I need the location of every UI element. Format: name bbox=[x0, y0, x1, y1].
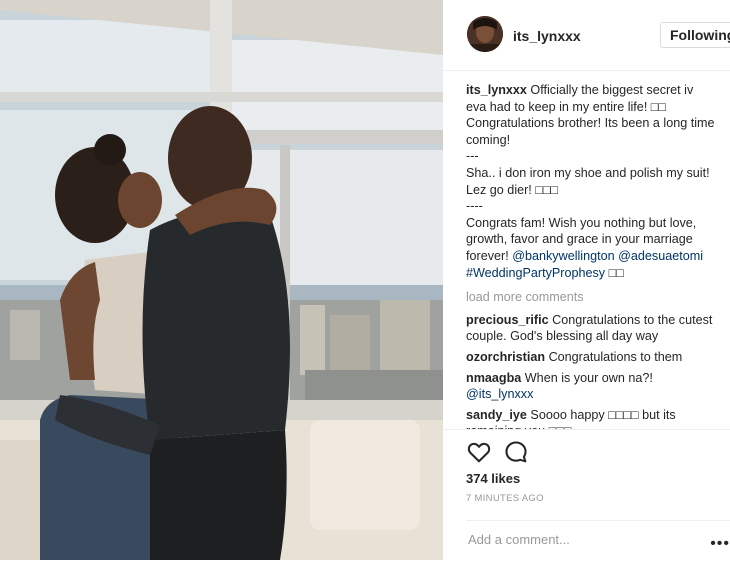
following-button[interactable]: Following bbox=[660, 22, 730, 48]
caption-separator-2: ---- bbox=[466, 199, 483, 214]
ellipsis-icon[interactable]: ••• bbox=[710, 535, 730, 553]
post-username-link[interactable]: its_lynxxx bbox=[513, 28, 581, 44]
post-actions: 374 likes 7 MINUTES AGO ••• bbox=[443, 429, 730, 561]
comment-text: Congratulations to them bbox=[548, 349, 683, 364]
comment-username[interactable]: nmaagba bbox=[466, 371, 521, 385]
comment-username[interactable]: sandy_iye bbox=[466, 408, 527, 422]
caption-paragraph-3: Congrats fam! Wish you nothing but love,… bbox=[466, 215, 716, 281]
comment-item: precious_rific Congratulations to the cu… bbox=[466, 312, 716, 345]
caption-username[interactable]: its_lynxxx bbox=[466, 83, 527, 97]
add-comment-section: ••• bbox=[466, 520, 730, 562]
mention-link[interactable]: @adesuaetomi bbox=[618, 249, 703, 263]
post-side-panel: its_lynxxx Following its_lynxxx Official… bbox=[443, 0, 730, 560]
mention-link[interactable]: @its_lynxxx bbox=[466, 387, 533, 401]
comment-item: ozorchristian Congratulations to them bbox=[466, 349, 716, 366]
caption: its_lynxxx Officially the biggest secret… bbox=[466, 82, 716, 148]
caption-emoji: □□ bbox=[608, 265, 624, 280]
heart-icon[interactable] bbox=[466, 439, 492, 465]
likes-count[interactable]: 374 likes bbox=[466, 471, 520, 486]
comment-item: nmaagba When is your own na?! @its_lynxxx bbox=[466, 370, 716, 403]
comments-list[interactable]: its_lynxxx Officially the biggest secret… bbox=[466, 82, 716, 430]
hashtag-link[interactable]: #WeddingPartyProphesy bbox=[466, 266, 605, 280]
add-comment-input[interactable] bbox=[466, 531, 700, 548]
comment-text: When is your own na?! bbox=[524, 370, 653, 385]
post-timestamp[interactable]: 7 MINUTES AGO bbox=[466, 493, 544, 504]
mention-link[interactable]: @bankywellington bbox=[512, 249, 614, 263]
caption-separator-1: --- bbox=[466, 149, 479, 164]
comment-bubble-icon[interactable] bbox=[503, 439, 529, 465]
avatar-image bbox=[467, 16, 503, 52]
avatar[interactable] bbox=[467, 16, 503, 52]
caption-text-2: Sha.. i don iron my shoe and polish my s… bbox=[466, 165, 710, 197]
comment-username[interactable]: ozorchristian bbox=[466, 350, 545, 364]
load-more-comments-link[interactable]: load more comments bbox=[466, 289, 716, 306]
comment-item: sandy_iye Soooo happy □□□□ but its remai… bbox=[466, 407, 716, 430]
photo-illustration bbox=[0, 0, 443, 560]
post-photo[interactable] bbox=[0, 0, 443, 560]
comment-username[interactable]: precious_rific bbox=[466, 313, 549, 327]
post-header: its_lynxxx Following bbox=[443, 0, 730, 71]
